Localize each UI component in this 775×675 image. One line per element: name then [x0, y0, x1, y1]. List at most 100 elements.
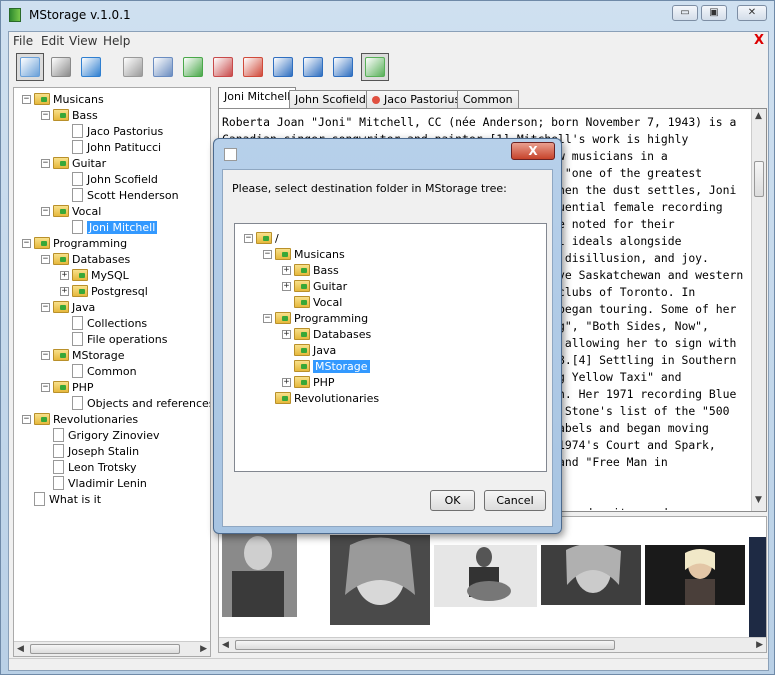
close-document-icon[interactable]: X	[754, 33, 764, 48]
scroll-thumb[interactable]	[754, 161, 764, 197]
scroll-left-icon[interactable]: ◀	[17, 644, 24, 654]
minimize-button[interactable]: ▭	[672, 5, 698, 21]
tree-folder[interactable]: − Musicans	[22, 91, 104, 107]
refresh-button[interactable]	[77, 53, 105, 81]
tab-john-scofield[interactable]: John Scofield	[289, 90, 372, 109]
image-view-button[interactable]	[361, 53, 389, 81]
tree-folder[interactable]: + MySQL	[60, 267, 129, 283]
tree-folder[interactable]: − Programming	[22, 235, 127, 251]
tree-item[interactable]: File operations	[60, 331, 167, 347]
tree-item[interactable]: Objects and references	[60, 395, 210, 411]
dialog-tree-folder[interactable]: Vocal	[282, 294, 342, 310]
collapse-icon[interactable]: −	[263, 313, 272, 323]
photo-thumbnail[interactable]	[222, 525, 297, 617]
destination-folder-tree[interactable]: − / − Musicans + Bass + Guitar Vocal − Programming…	[234, 223, 547, 472]
tree-folder[interactable]: − Guitar	[41, 155, 106, 171]
dialog-tree-folder[interactable]: + Bass	[282, 262, 339, 278]
tree-folder[interactable]: − Vocal	[41, 203, 101, 219]
tree-item[interactable]: Jaco Pastorius	[60, 123, 163, 139]
photo-thumbnail[interactable]	[645, 545, 745, 605]
expand-icon[interactable]: +	[282, 281, 291, 291]
tree-item[interactable]: Scott Henderson	[60, 187, 179, 203]
collapse-icon[interactable]: −	[22, 238, 31, 248]
expand-icon[interactable]: +	[282, 329, 291, 339]
menu-help[interactable]: Help	[103, 34, 130, 48]
collapse-icon[interactable]: −	[41, 302, 50, 312]
menu-view[interactable]: View	[69, 34, 97, 48]
tree-folder[interactable]: − MStorage	[41, 347, 125, 363]
collapse-icon[interactable]: −	[41, 254, 50, 264]
dialog-tree-folder[interactable]: MStorage	[282, 358, 370, 374]
save-all-button[interactable]	[299, 53, 327, 81]
tree-folder[interactable]: − Databases	[41, 251, 130, 267]
scroll-right-icon[interactable]: ▶	[756, 640, 763, 650]
collapse-icon[interactable]: −	[244, 233, 253, 243]
tree-folder[interactable]: + Postgresql	[60, 283, 148, 299]
tree-item[interactable]: Leon Trotsky	[41, 459, 137, 475]
text-vertical-scrollbar[interactable]: ▲ ▼	[751, 109, 766, 511]
ok-button[interactable]: OK	[430, 490, 475, 511]
copy-button[interactable]	[209, 53, 237, 81]
dialog-tree-folder[interactable]: Java	[282, 342, 336, 358]
window-close-button[interactable]: ✕	[737, 5, 767, 21]
expand-icon[interactable]: +	[60, 270, 69, 280]
photo-thumbnail[interactable]	[434, 545, 537, 607]
scroll-right-icon[interactable]: ▶	[200, 644, 207, 654]
dialog-tree-folder[interactable]: − /	[244, 230, 279, 246]
tab-jaco-pastorius[interactable]: Jaco Pastorius	[366, 90, 467, 109]
dialog-tree-folder[interactable]: + PHP	[282, 374, 335, 390]
dialog-close-button[interactable]: X	[511, 142, 555, 160]
tab-joni-mitchell[interactable]: Joni Mitchell	[218, 87, 297, 109]
tree-item[interactable]: Vladimir Lenin	[41, 475, 147, 491]
dialog-tree-folder[interactable]: − Musicans	[263, 246, 345, 262]
rename-button[interactable]	[149, 53, 177, 81]
tree-view-button[interactable]	[16, 53, 44, 81]
scroll-down-icon[interactable]: ▼	[755, 495, 762, 505]
tree-item[interactable]: John Scofield	[60, 171, 158, 187]
collapse-icon[interactable]: −	[41, 158, 50, 168]
tree-horizontal-scrollbar[interactable]: ◀ ▶	[14, 641, 210, 656]
tree-folder[interactable]: − Revolutionaries	[22, 411, 138, 427]
storage-tree[interactable]: − Musicans − Bass Jaco Pastorius John Patituc…	[13, 87, 211, 657]
scroll-thumb[interactable]	[30, 644, 180, 654]
save-copy-button[interactable]	[329, 53, 357, 81]
add-folder-button[interactable]	[179, 53, 207, 81]
collapse-icon[interactable]: −	[22, 414, 31, 424]
expand-icon[interactable]: +	[60, 286, 69, 296]
dialog-tree-folder[interactable]: + Guitar	[282, 278, 347, 294]
collapse-icon[interactable]: −	[41, 350, 50, 360]
tree-item[interactable]: Joni Mitchell	[60, 219, 158, 235]
scroll-thumb[interactable]	[235, 640, 615, 650]
menu-edit[interactable]: Edit	[41, 34, 64, 48]
collapse-icon[interactable]: −	[22, 94, 31, 104]
tree-item[interactable]: Common	[60, 363, 137, 379]
collapse-icon[interactable]: −	[41, 110, 50, 120]
maximize-button[interactable]: ▣	[701, 5, 727, 21]
tab-common[interactable]: Common	[457, 90, 519, 109]
tree-folder[interactable]: − PHP	[41, 379, 94, 395]
scroll-up-icon[interactable]: ▲	[755, 111, 762, 121]
dialog-tree-folder[interactable]: Revolutionaries	[263, 390, 379, 406]
tree-folder[interactable]: − Bass	[41, 107, 98, 123]
search-button[interactable]	[47, 53, 75, 81]
expand-icon[interactable]: +	[282, 377, 291, 387]
tree-item[interactable]: John Patitucci	[60, 139, 161, 155]
expand-icon[interactable]: +	[282, 265, 291, 275]
delete-button[interactable]	[239, 53, 267, 81]
collapse-icon[interactable]: −	[263, 249, 272, 259]
tree-item[interactable]: Collections	[60, 315, 147, 331]
photo-thumbnail[interactable]	[541, 545, 641, 605]
photo-thumbnail[interactable]	[749, 537, 767, 637]
menu-file[interactable]: File	[13, 34, 33, 48]
dialog-tree-folder[interactable]: − Programming	[263, 310, 368, 326]
gallery-horizontal-scrollbar[interactable]: ◀ ▶	[219, 637, 766, 652]
document-button[interactable]	[119, 53, 147, 81]
scroll-left-icon[interactable]: ◀	[222, 640, 229, 650]
tree-folder[interactable]: − Java	[41, 299, 95, 315]
collapse-icon[interactable]: −	[41, 206, 50, 216]
dialog-tree-folder[interactable]: + Databases	[282, 326, 371, 342]
title-bar[interactable]: MStorage v.1.0.1 ▭ ▣ ✕	[1, 1, 774, 29]
cancel-button[interactable]: Cancel	[484, 490, 546, 511]
photo-thumbnail[interactable]	[330, 535, 430, 625]
tree-item[interactable]: Grigory Zinoviev	[41, 427, 159, 443]
